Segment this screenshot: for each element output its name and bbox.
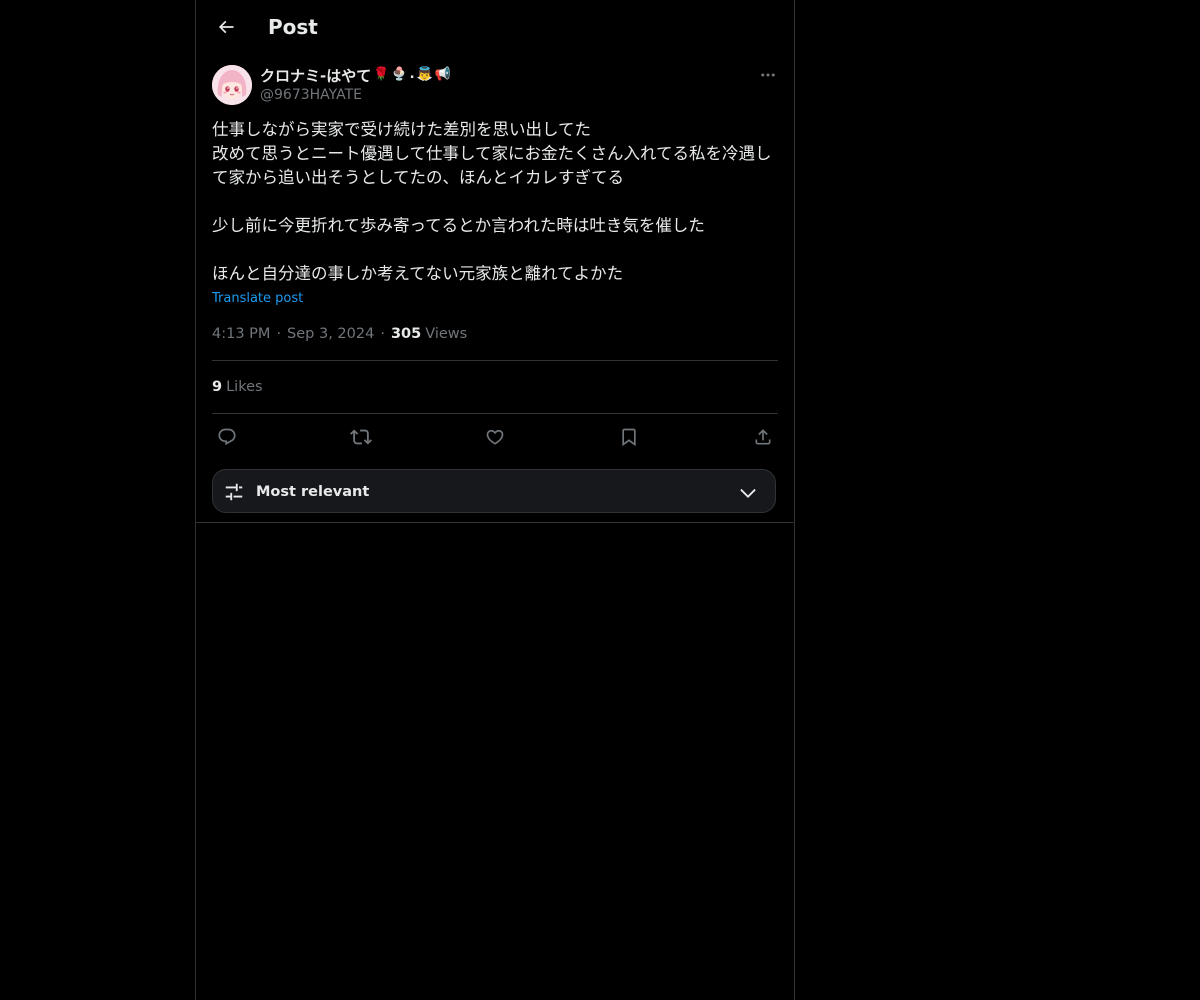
bookmark-button[interactable]	[614, 424, 644, 450]
reply-icon	[217, 427, 237, 447]
avatar[interactable]	[212, 65, 252, 105]
divider	[212, 413, 778, 414]
sliders-icon	[223, 481, 245, 503]
like-button[interactable]	[480, 424, 510, 450]
display-name[interactable]: クロナミ-はやて 🌹 🍨 . 👼 📢	[260, 64, 451, 86]
sort-label: Most relevant	[256, 484, 370, 500]
dot-text: .	[409, 67, 415, 82]
bookmark-icon	[619, 427, 639, 447]
repost-button[interactable]	[346, 424, 376, 450]
separator-dot: ·	[276, 326, 282, 342]
ice-cream-emoji: 🍨	[391, 67, 408, 82]
likes-label: Likes	[226, 379, 263, 395]
more-horizontal-icon	[759, 66, 777, 84]
megaphone-emoji: 📢	[434, 67, 451, 82]
post-date[interactable]: Sep 3, 2024	[287, 324, 374, 344]
reply-button[interactable]	[212, 424, 242, 450]
post-detail-column: Post クロナミ-はやて 🌹 🍨 . 👼 📢 @9673HAYATE 仕事しな…	[195, 0, 795, 1000]
back-button[interactable]	[208, 9, 244, 45]
display-name-text: クロナミ-はやて	[260, 66, 372, 85]
likes-count: 9	[212, 379, 223, 395]
page-title: Post	[268, 15, 318, 39]
user-handle[interactable]: @9673HAYATE	[260, 86, 362, 104]
likes-stat[interactable]: 9 Likes	[212, 377, 263, 397]
arrow-left-icon	[216, 17, 236, 37]
repost-icon	[350, 426, 372, 448]
rose-emoji: 🌹	[373, 67, 390, 82]
post-text: 仕事しながら実家で受け続けた差別を思い出してた 改めて思うとニート優遇して仕事し…	[212, 120, 772, 283]
heart-icon	[485, 427, 505, 447]
chevron-down-icon	[737, 482, 759, 504]
share-button[interactable]	[748, 424, 778, 450]
share-icon	[753, 427, 773, 447]
divider	[196, 522, 794, 523]
angel-emoji: 👼	[416, 67, 433, 82]
views-label: Views	[425, 326, 468, 342]
separator-dot: ·	[380, 326, 385, 342]
reply-sort-dropdown[interactable]: Most relevant	[212, 469, 776, 513]
post-time[interactable]: 4:13 PM	[212, 324, 270, 344]
page-header: Post	[196, 0, 794, 54]
translate-post-link[interactable]: Translate post	[212, 290, 303, 308]
post-metadata: 4:13 PM · Sep 3, 2024 · 305 Views	[212, 324, 467, 344]
more-options-button[interactable]	[752, 64, 784, 86]
divider	[212, 360, 778, 361]
anime-girl-avatar	[212, 65, 252, 105]
views-count: 305	[390, 326, 422, 342]
